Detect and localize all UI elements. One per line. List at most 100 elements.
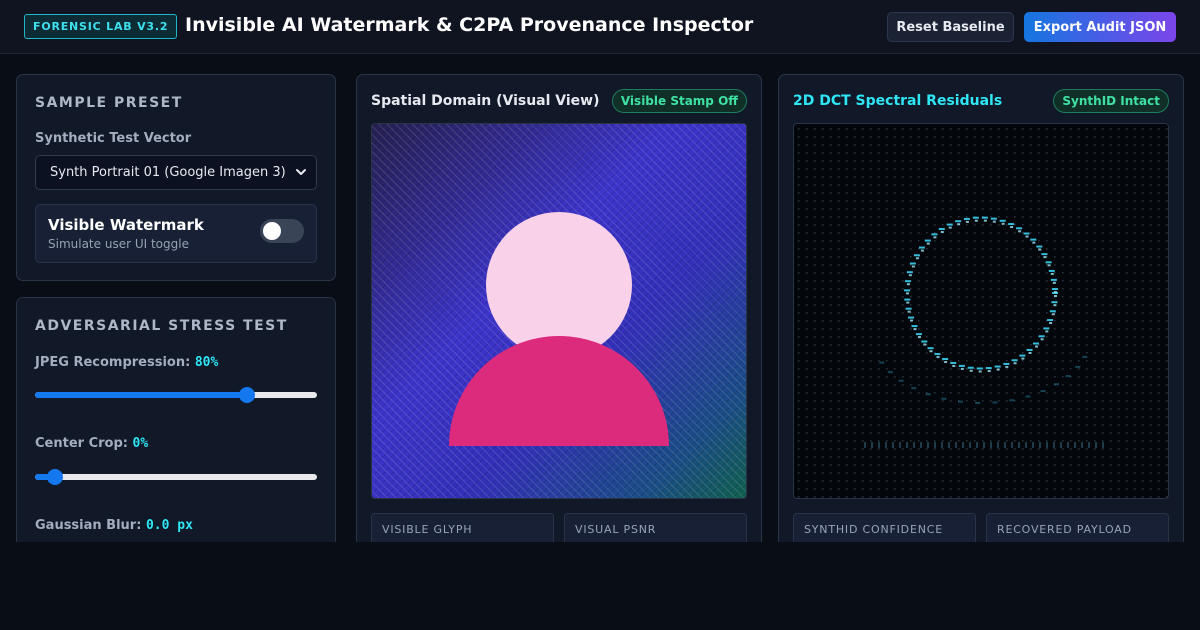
dct-coefficient [1014, 296, 1016, 298]
dct-coefficient [990, 280, 992, 282]
dct-coefficient [1094, 456, 1096, 458]
dct-coefficient [1014, 488, 1016, 490]
dct-coefficient [1142, 200, 1144, 202]
dct-coefficient [942, 320, 944, 322]
dct-coefficient [1022, 392, 1024, 394]
dct-coefficient [958, 496, 960, 498]
dct-coefficient [966, 336, 968, 338]
dct-coefficient [960, 367, 964, 370]
dct-coefficient [1086, 176, 1088, 178]
dct-coefficient [1054, 192, 1056, 194]
dct-coefficient [974, 432, 976, 434]
dct-coefficient [854, 384, 856, 386]
dct-coefficient [854, 224, 856, 226]
dct-coefficient [1166, 360, 1168, 362]
dct-coefficient [958, 328, 960, 330]
dct-coefficient [886, 240, 888, 242]
dct-coefficient [958, 160, 960, 162]
dct-coefficient [1118, 344, 1120, 346]
dct-coefficient [974, 472, 976, 474]
dct-coefficient [1102, 432, 1104, 434]
dct-coefficient [1014, 336, 1016, 338]
dct-coefficient [998, 496, 1000, 498]
reset-baseline-button[interactable]: Reset Baseline [887, 12, 1014, 42]
jpeg-slider[interactable] [35, 386, 317, 404]
dct-coefficient [1134, 368, 1136, 370]
dct-coefficient [1134, 392, 1136, 394]
dct-coefficient [1102, 224, 1104, 226]
dct-coefficient [966, 192, 968, 194]
dct-coefficient [1054, 320, 1056, 322]
dct-coefficient [1094, 480, 1096, 482]
dct-coefficient [846, 232, 848, 234]
dct-coefficient [1158, 192, 1160, 194]
dct-coefficient [962, 442, 964, 448]
dct-coefficient [917, 336, 921, 339]
dct-coefficient [894, 216, 896, 218]
dct-coefficient [878, 240, 880, 242]
dct-coefficient [878, 352, 880, 354]
dct-coefficient [854, 344, 856, 346]
dct-coefficient [936, 356, 940, 359]
dct-coefficient [894, 160, 896, 162]
dct-coefficient [830, 128, 832, 130]
dct-coefficient [1150, 336, 1152, 338]
dct-coefficient [1094, 136, 1096, 138]
dct-coefficient [1022, 256, 1024, 258]
dct-coefficient [974, 440, 976, 442]
slider-thumb[interactable] [46, 469, 63, 485]
dct-coefficient [1038, 392, 1040, 394]
dct-coefficient [1054, 416, 1056, 418]
dct-coefficient [1126, 312, 1128, 314]
crop-slider[interactable] [35, 468, 317, 486]
dct-coefficient [998, 272, 1000, 274]
dct-coefficient [974, 288, 976, 290]
dct-coefficient [1158, 160, 1160, 162]
dct-coefficient [1046, 224, 1048, 226]
dct-coefficient [814, 128, 816, 130]
dct-coefficient [950, 136, 952, 138]
slider-thumb[interactable] [238, 387, 255, 403]
dct-coefficient [998, 256, 1000, 258]
synthetic-vector-select[interactable]: Synth Portrait 01 (Google Imagen 3) [35, 155, 317, 190]
dct-coefficient [1070, 488, 1072, 490]
dct-coefficient [798, 168, 800, 170]
dct-coefficient [966, 392, 968, 394]
dct-coefficient [854, 184, 856, 186]
visible-watermark-toggle[interactable] [260, 219, 304, 243]
dct-coefficient [982, 448, 984, 450]
dct-coefficient [846, 296, 848, 298]
dct-coefficient [854, 328, 856, 330]
dct-coefficient [1030, 328, 1032, 330]
dct-coefficient [1118, 408, 1120, 410]
export-audit-json-button[interactable]: Export Audit JSON [1024, 12, 1176, 42]
dct-coefficient [1086, 488, 1088, 490]
dct-coefficient [878, 128, 880, 130]
dct-coefficient [1038, 128, 1040, 130]
dct-coefficient [1142, 304, 1144, 306]
dct-coefficient [1150, 184, 1152, 186]
dct-coefficient [1150, 448, 1152, 450]
dct-coefficient [1134, 424, 1136, 426]
dct-coefficient [910, 456, 912, 458]
dct-coefficient [1166, 400, 1168, 402]
dct-coefficient [1158, 240, 1160, 242]
dct-coefficient [942, 288, 944, 290]
dct-coefficient [926, 216, 928, 218]
dct-coefficient [1086, 160, 1088, 162]
dct-coefficient [918, 360, 920, 362]
dct-coefficient [1094, 344, 1096, 346]
dct-coefficient [1150, 408, 1152, 410]
dct-coefficient [1038, 328, 1040, 330]
dct-coefficient [958, 344, 960, 346]
dct-coefficient [830, 488, 832, 490]
dct-coefficient [1022, 168, 1024, 170]
dct-coefficient [1043, 327, 1050, 330]
dct-coefficient [1014, 464, 1016, 466]
dct-coefficient [974, 272, 976, 274]
dct-coefficient [814, 208, 816, 210]
dct-coefficient [1134, 128, 1136, 130]
dct-coefficient [990, 240, 992, 242]
dct-coefficient [1118, 224, 1120, 226]
dct-coefficient [894, 368, 896, 370]
